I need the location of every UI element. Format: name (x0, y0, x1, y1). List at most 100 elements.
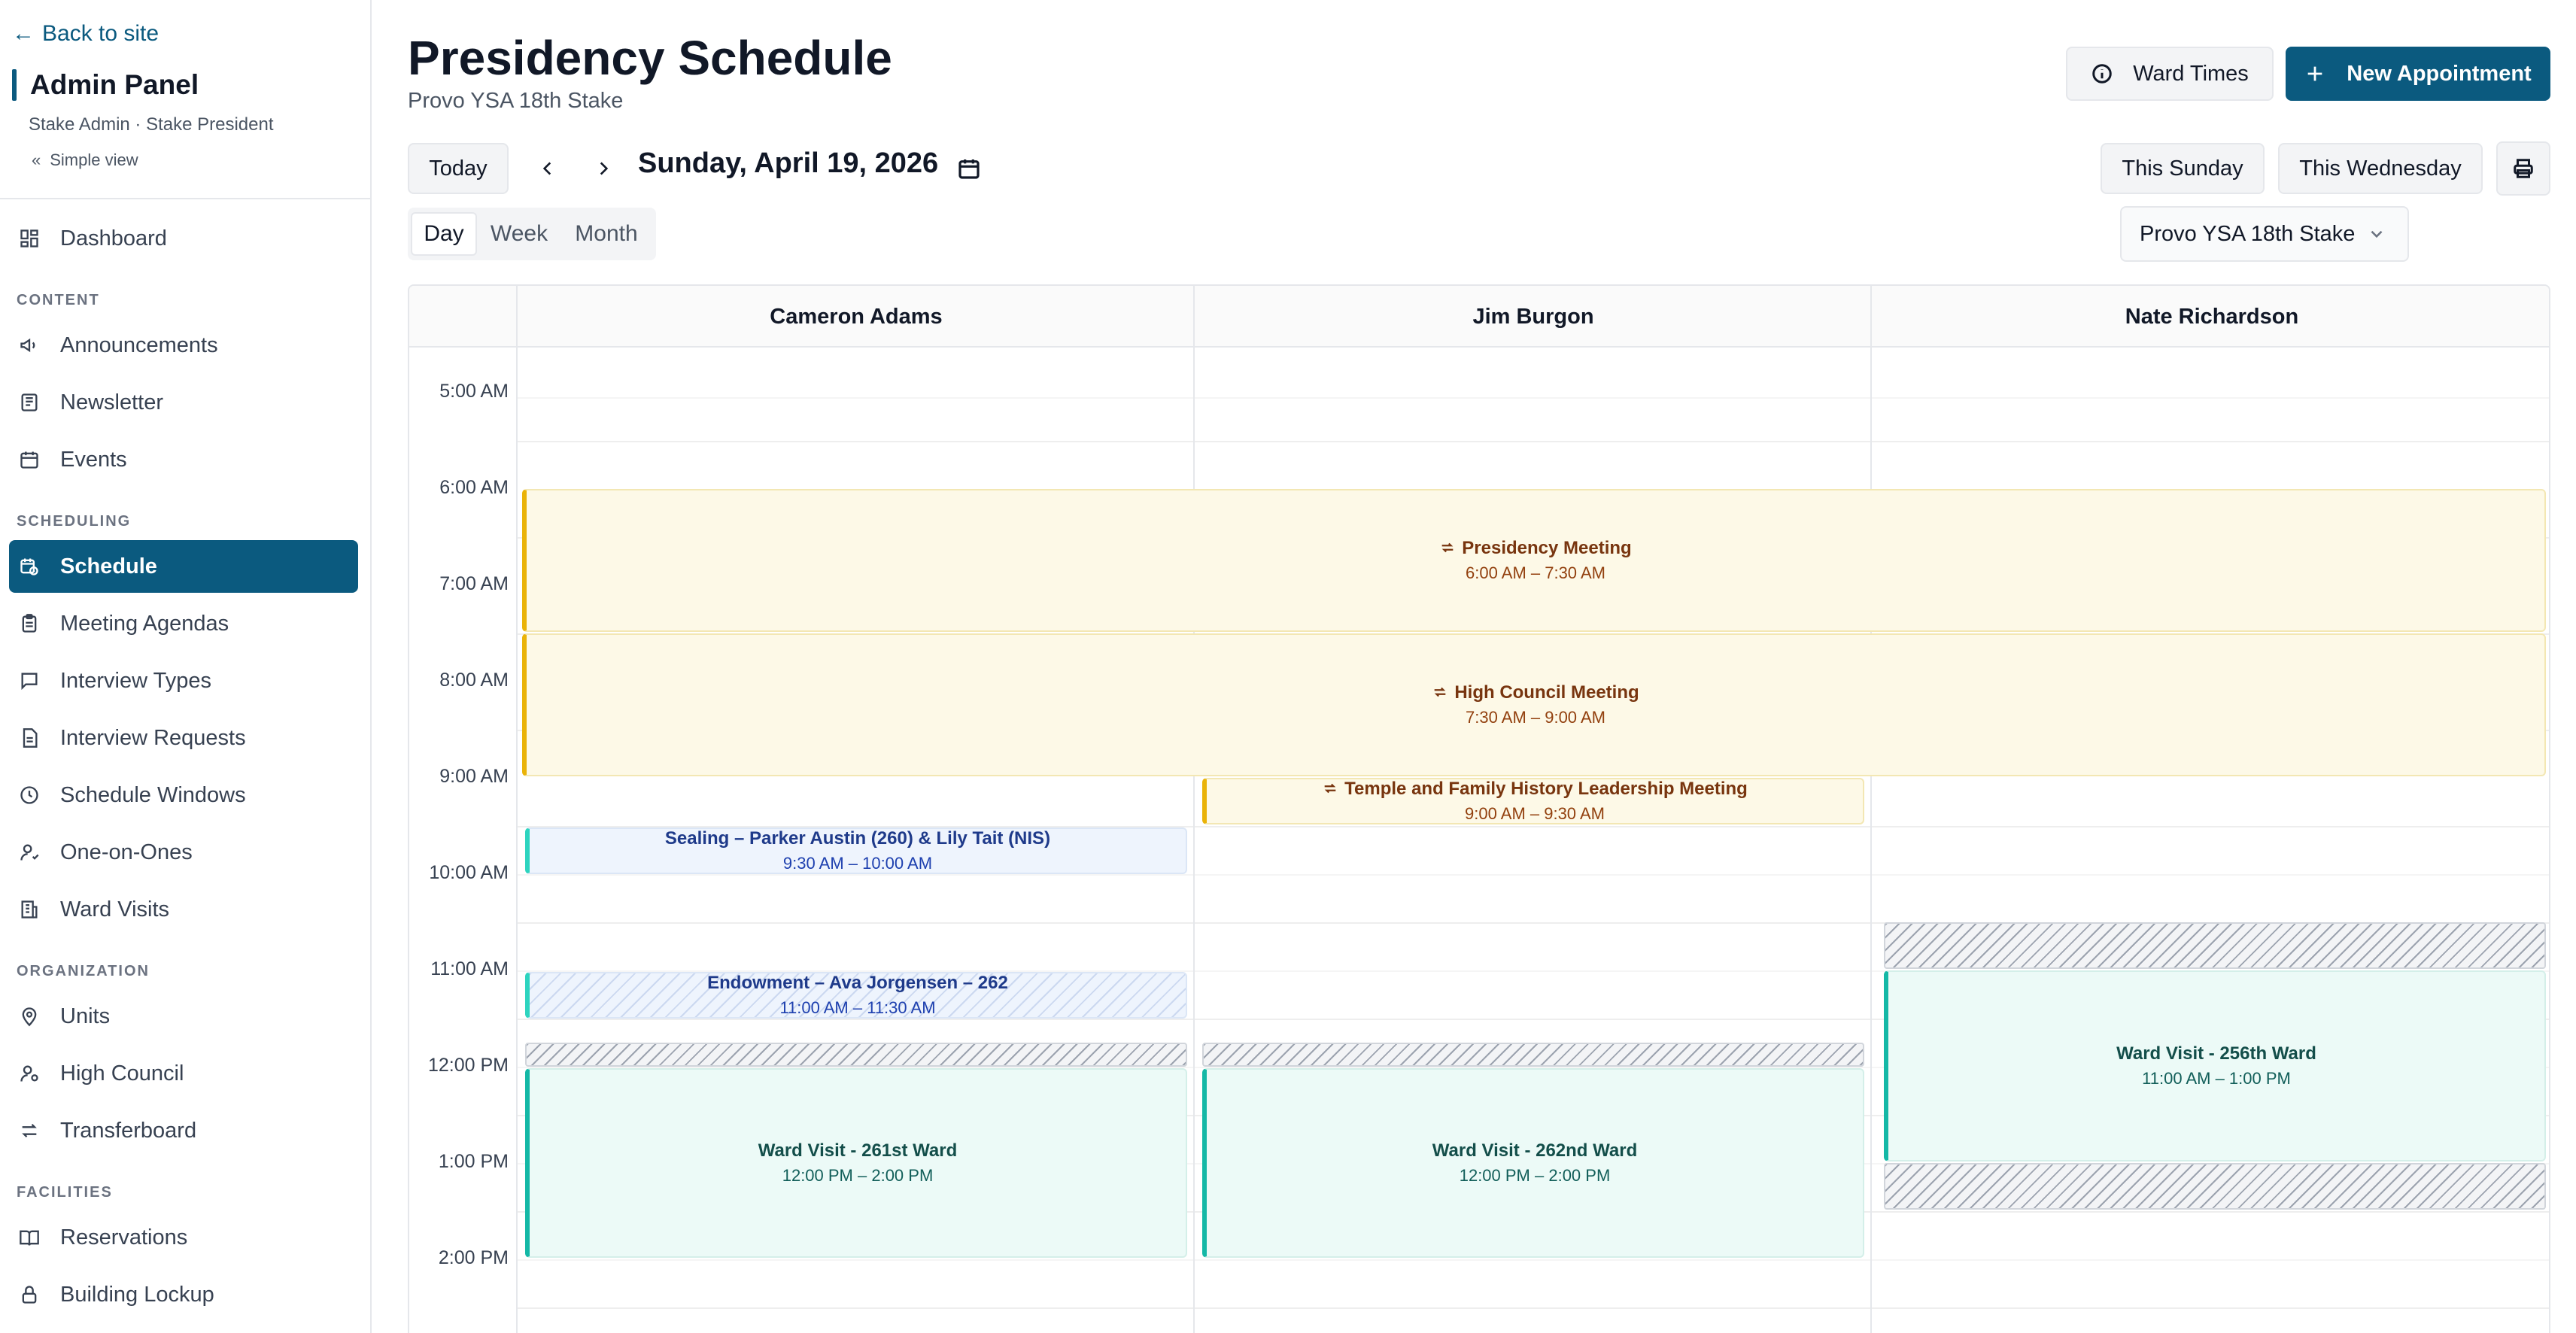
section-label-content: CONTENT (17, 292, 100, 308)
new-appointment-button[interactable]: New Appointment (2286, 47, 2550, 101)
view-month-button[interactable]: Month (563, 212, 650, 256)
event-sealing[interactable]: Sealing – Parker Austin (260) & Lily Tai… (525, 827, 1187, 874)
calendar-icon (957, 156, 981, 181)
simple-view-label: Simple view (50, 150, 138, 169)
sidebar-item-label: Dashboard (60, 226, 167, 251)
section-label-scheduling: SCHEDULING (17, 513, 132, 530)
this-sunday-label: This Sunday (2122, 156, 2243, 181)
hour-line (518, 441, 2549, 442)
sidebar-item-label: Schedule Windows (60, 782, 246, 807)
current-date-label: Sunday, April 19, 2026 (638, 147, 939, 179)
event-high-council-meeting[interactable]: High Council Meeting 7:30 AM – 9:00 AM (522, 633, 2546, 776)
event-title: Sealing – Parker Austin (260) & Lily Tai… (664, 828, 1051, 849)
event-time: 12:00 PM – 2:00 PM (782, 1166, 934, 1185)
event-endowment[interactable]: Endowment – Ava Jorgensen – 262 11:00 AM… (525, 972, 1187, 1019)
simple-view-link[interactable]: « Simple view (32, 150, 138, 170)
event-temple-family-history-meeting[interactable]: Temple and Family History Leadership Mee… (1202, 778, 1864, 824)
sidebar-item-one-on-ones[interactable]: One-on-Ones (9, 826, 358, 879)
unavailable-block (1884, 922, 2546, 969)
time-label: 9:00 AM (439, 766, 509, 787)
sidebar-item-transferboard[interactable]: Transferboard (9, 1104, 358, 1157)
hour-line (518, 1307, 2549, 1309)
sidebar-item-schedule[interactable]: Schedule (9, 540, 358, 593)
event-ward-visit-261st[interactable]: Ward Visit - 261st Ward 12:00 PM – 2:00 … (525, 1068, 1187, 1258)
sidebar-item-label: Interview Types (60, 668, 211, 693)
time-label: 2:00 PM (438, 1247, 509, 1268)
unavailable-block (525, 1043, 1187, 1067)
sidebar-item-schedule-windows[interactable]: Schedule Windows (9, 769, 358, 821)
chevron-right-icon (594, 159, 613, 178)
sidebar-item-building-lockup[interactable]: Building Lockup (9, 1268, 358, 1321)
previous-day-button[interactable] (533, 153, 563, 184)
event-ward-visit-262nd[interactable]: Ward Visit - 262nd Ward 12:00 PM – 2:00 … (1202, 1068, 1864, 1258)
date-picker-button[interactable] (952, 152, 986, 185)
user-icon (18, 841, 41, 864)
view-week-button[interactable]: Week (480, 212, 558, 256)
event-time: 11:00 AM – 11:30 AM (779, 998, 936, 1017)
panel-subtitle: Stake Admin · Stake President (29, 114, 274, 135)
this-wednesday-button[interactable]: This Wednesday (2278, 143, 2483, 194)
sidebar-item-label: One-on-Ones (60, 840, 193, 864)
back-to-site-link[interactable]: ← Back to site (12, 21, 159, 47)
calendar-icon (18, 448, 41, 471)
day-calendar: Cameron Adams Jim Burgon Nate Richardson… (408, 284, 2550, 1333)
book-open-icon (18, 1226, 41, 1249)
sidebar-item-high-council[interactable]: High Council (9, 1047, 358, 1100)
new-appointment-label: New Appointment (2347, 61, 2532, 86)
file-text-icon (18, 727, 41, 749)
stake-select[interactable]: Provo YSA 18th Stake (2120, 206, 2409, 262)
event-time: 12:00 PM – 2:00 PM (1459, 1166, 1611, 1185)
view-toggle: Day Week Month (408, 208, 656, 260)
event-title: Ward Visit - 256th Ward (2116, 1043, 2316, 1064)
column-divider (516, 286, 518, 1333)
sidebar-item-reservations[interactable]: Reservations (9, 1211, 358, 1264)
sidebar-item-interview-requests[interactable]: Interview Requests (9, 712, 358, 764)
sidebar-item-label: Building Lockup (60, 1282, 214, 1307)
event-title: Ward Visit - 261st Ward (758, 1140, 958, 1161)
today-button[interactable]: Today (408, 143, 509, 194)
ward-times-label: Ward Times (2133, 61, 2249, 86)
next-day-button[interactable] (588, 153, 618, 184)
panel-header: Admin Panel (12, 69, 199, 101)
event-title: High Council Meeting (1432, 682, 1639, 703)
back-to-site-label: Back to site (42, 21, 159, 46)
sidebar-item-interview-types[interactable]: Interview Types (9, 654, 358, 707)
sidebar-item-meeting-agendas[interactable]: Meeting Agendas (9, 597, 358, 650)
page-subtitle: Provo YSA 18th Stake (408, 89, 624, 113)
printer-icon (2512, 157, 2535, 180)
time-label: 5:00 AM (439, 381, 509, 402)
event-title: Presidency Meeting (1439, 538, 1632, 559)
time-label: 8:00 AM (439, 670, 509, 691)
sidebar-item-newsletter[interactable]: Newsletter (9, 376, 358, 429)
sidebar-divider (0, 198, 370, 199)
repeat-icon (1322, 779, 1338, 800)
sidebar-item-ward-visits[interactable]: Ward Visits (9, 883, 358, 936)
ward-times-button[interactable]: Ward Times (2066, 47, 2274, 101)
repeat-icon (1432, 682, 1448, 703)
stake-select-value: Provo YSA 18th Stake (2140, 221, 2356, 246)
chevron-down-icon (2367, 224, 2386, 244)
event-presidency-meeting[interactable]: Presidency Meeting 6:00 AM – 7:30 AM (522, 489, 2546, 632)
column-divider (1870, 286, 1872, 1333)
event-time: 7:30 AM – 9:00 AM (1466, 708, 1605, 727)
sidebar-item-events[interactable]: Events (9, 433, 358, 486)
sidebar-item-units[interactable]: Units (9, 990, 358, 1043)
panel-accent-bar (12, 69, 17, 101)
view-day-button[interactable]: Day (411, 212, 477, 256)
main-content: Presidency Schedule Provo YSA 18th Stake… (373, 0, 2576, 1333)
today-label: Today (429, 156, 488, 181)
event-title: Ward Visit - 262nd Ward (1432, 1140, 1638, 1161)
this-sunday-button[interactable]: This Sunday (2101, 143, 2265, 194)
event-ward-visit-256th[interactable]: Ward Visit - 256th Ward 11:00 AM – 1:00 … (1884, 970, 2546, 1161)
info-icon (2091, 62, 2113, 85)
message-square-icon (18, 670, 41, 692)
sidebar-item-label: Units (60, 1004, 111, 1028)
sidebar-item-dashboard[interactable]: Dashboard (9, 212, 358, 265)
event-title: Endowment – Ava Jorgensen – 262 (707, 973, 1008, 993)
sidebar-item-label: Meeting Agendas (60, 611, 229, 636)
print-button[interactable] (2496, 141, 2550, 196)
sidebar-item-label: Transferboard (60, 1118, 197, 1143)
sidebar-item-announcements[interactable]: Announcements (9, 319, 358, 372)
sidebar-item-label: Interview Requests (60, 725, 246, 750)
clipboard-icon (18, 612, 41, 635)
